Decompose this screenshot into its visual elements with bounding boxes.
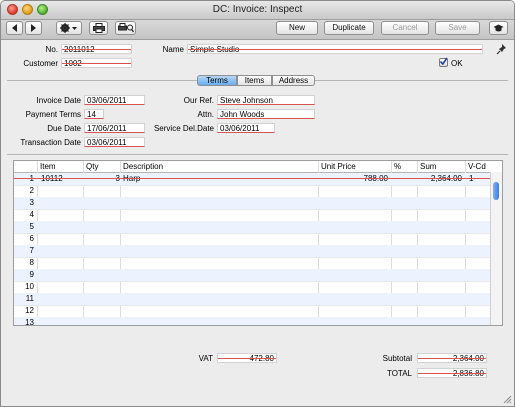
payment-terms-label: Payment Terms (25, 110, 81, 119)
our-ref-label: Our Ref. (183, 96, 214, 105)
row-number: 10 (25, 282, 34, 291)
subtotal-label: Subtotal (382, 354, 412, 363)
due-date-field[interactable]: 17/06/2011 (84, 123, 145, 133)
gear-icon (60, 23, 77, 33)
toolbar: New Duplicate Cancel Save (1, 20, 514, 40)
invoice-window: DC: Invoice: Inspect New Duplicate Cance… (0, 0, 515, 407)
col-header-vcd[interactable]: V-Cd (468, 162, 486, 171)
ok-label: OK (451, 59, 463, 68)
arrow-right-icon (31, 24, 36, 32)
transaction-date-field[interactable]: 03/06/2011 (84, 137, 145, 147)
col-header-description[interactable]: Description (123, 162, 163, 171)
title-bar: DC: Invoice: Inspect (1, 1, 514, 20)
customer-field[interactable]: 1002 (61, 58, 132, 68)
scrollbar-thumb[interactable] (493, 182, 499, 200)
tab-items[interactable]: Items (237, 75, 272, 86)
total-field: 2,836.80 (417, 368, 487, 378)
vat-field: 472.80 (217, 353, 277, 363)
subtotal-field: 2,364.00 (417, 353, 487, 363)
attn-field[interactable]: John Woods (217, 109, 315, 119)
name-field[interactable]: Simple Studio (187, 44, 483, 54)
next-record-button[interactable] (25, 21, 42, 35)
service-del-date-label: Service Del.Date (153, 124, 214, 133)
ok-checkbox[interactable] (439, 57, 448, 67)
tab-terms[interactable]: Terms (197, 75, 237, 86)
grid-separator (7, 154, 508, 155)
row-number: 2 (29, 186, 34, 195)
window-title: DC: Invoice: Inspect (212, 4, 303, 15)
grid-scrollbar[interactable] (490, 172, 502, 325)
row-number: 12 (25, 306, 34, 315)
customer-label: Customer (23, 59, 58, 68)
col-header-percent[interactable]: % (394, 162, 401, 171)
col-header-sum[interactable]: Sum (420, 162, 436, 171)
transaction-date-label: Transaction Date (20, 138, 81, 147)
row-number: 8 (29, 258, 34, 267)
tab-address[interactable]: Address (272, 75, 315, 86)
print-button[interactable] (89, 21, 108, 35)
resize-grip-icon[interactable] (502, 394, 512, 404)
row-number: 11 (25, 294, 34, 303)
name-label: Name (162, 45, 184, 54)
col-header-item[interactable]: Item (40, 162, 56, 171)
service-del-date-field[interactable]: 03/06/2011 (217, 123, 275, 133)
save-button[interactable]: Save (435, 21, 480, 35)
previous-record-button[interactable] (6, 21, 23, 35)
payment-terms-field[interactable]: 14 (84, 109, 104, 119)
due-date-label: Due Date (47, 124, 81, 133)
duplicate-button[interactable]: Duplicate (324, 21, 374, 35)
operations-menu-button[interactable] (56, 21, 82, 35)
attn-label: Attn. (197, 110, 214, 119)
row-number: 13 (25, 318, 34, 326)
items-grid[interactable]: Item Qty Description Unit Price % Sum V-… (13, 160, 503, 326)
invoice-date-field[interactable]: 03/06/2011 (84, 95, 145, 105)
col-header-unit-price[interactable]: Unit Price (321, 162, 356, 171)
vat-label: VAT (198, 354, 213, 363)
arrow-left-icon (12, 24, 17, 32)
table-row[interactable]: 13 (14, 317, 492, 326)
print-preview-icon (117, 23, 134, 33)
toolbar-toggle-button[interactable] (489, 21, 508, 35)
cancel-button[interactable]: Cancel (381, 21, 429, 35)
invoice-date-label: Invoice Date (36, 96, 81, 105)
row-number: 7 (29, 246, 34, 255)
our-ref-field[interactable]: Steve Johnson (217, 95, 315, 105)
row-number: 3 (29, 198, 34, 207)
col-header-qty[interactable]: Qty (86, 162, 98, 171)
row-number: 4 (29, 210, 34, 219)
tab-bar: Terms Items Address (197, 75, 315, 86)
new-button[interactable]: New (276, 21, 318, 35)
no-field[interactable]: 2011012 (61, 44, 132, 54)
row-number: 5 (29, 222, 34, 231)
no-label: No. (45, 45, 58, 54)
pushpin-icon[interactable] (496, 43, 508, 55)
row-number: 6 (29, 234, 34, 243)
graduation-cap-icon (493, 24, 504, 32)
checkmark-icon (439, 57, 448, 66)
grid-header: Item Qty Description Unit Price % Sum V-… (14, 161, 502, 173)
changed-row-strike (14, 178, 492, 179)
print-preview-button[interactable] (115, 21, 136, 35)
total-label: TOTAL (386, 369, 412, 378)
row-number: 9 (29, 270, 34, 279)
printer-icon (92, 23, 105, 33)
